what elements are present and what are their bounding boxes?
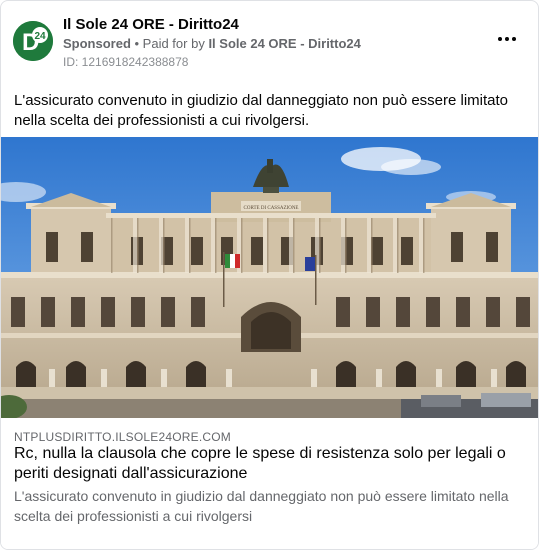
post-header: D 24 Il Sole 24 ORE - Diritto24 Sponsore…: [13, 13, 526, 73]
palace-of-justice-photo: CORTE DI CASSAZIONE: [1, 137, 538, 418]
sponsored-label[interactable]: Sponsored: [63, 36, 131, 51]
avatar-text: 24: [35, 31, 47, 42]
post-body-text: L'assicurato convenuto in giudizio dal d…: [14, 92, 509, 129]
link-description: L'assicurato convenuto in giudizio dal d…: [14, 488, 509, 524]
link-headline[interactable]: Rc, nulla la clausola che copre le spese…: [14, 444, 526, 484]
building-sign-text: CORTE DI CASSAZIONE: [244, 206, 299, 211]
post-meta: Sponsored • Paid for by Il Sole 24 ORE -…: [63, 36, 361, 51]
sponsored-post-card: D 24 Il Sole 24 ORE - Diritto24 Sponsore…: [0, 0, 539, 550]
diritto24-logo-icon: D 24: [13, 21, 53, 61]
link-domain: NTPLUSDIRITTO.ILSOLE24ORE.COM: [14, 430, 231, 444]
paid-by-link[interactable]: Il Sole 24 ORE - Diritto24: [208, 36, 360, 51]
ad-id: ID: 1216918242388878: [63, 55, 189, 69]
link-preview-image[interactable]: CORTE DI CASSAZIONE: [1, 137, 538, 418]
more-options-button[interactable]: [496, 33, 518, 45]
page-name-link[interactable]: Il Sole 24 ORE - Diritto24: [63, 16, 239, 33]
page-avatar[interactable]: D 24: [13, 21, 53, 61]
link-preview[interactable]: NTPLUSDIRITTO.ILSOLE24ORE.COM Rc, nulla …: [1, 418, 538, 549]
paid-prefix: • Paid for by: [130, 36, 209, 51]
